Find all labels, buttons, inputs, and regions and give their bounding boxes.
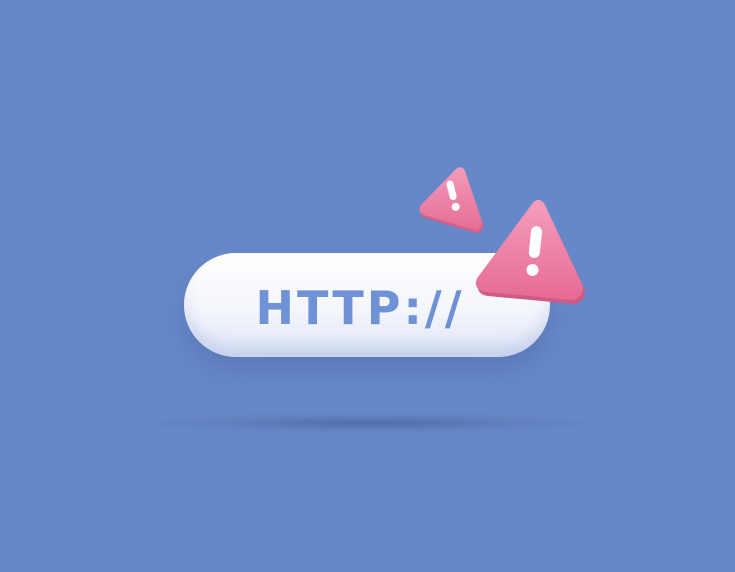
warning-triangle-icon-large <box>472 196 590 304</box>
warning-triangle-large-svg <box>475 199 585 304</box>
illustration-scene: HTTP:// <box>0 0 735 572</box>
url-protocol-text: HTTP:// <box>255 281 465 335</box>
ground-shadow <box>130 412 610 434</box>
